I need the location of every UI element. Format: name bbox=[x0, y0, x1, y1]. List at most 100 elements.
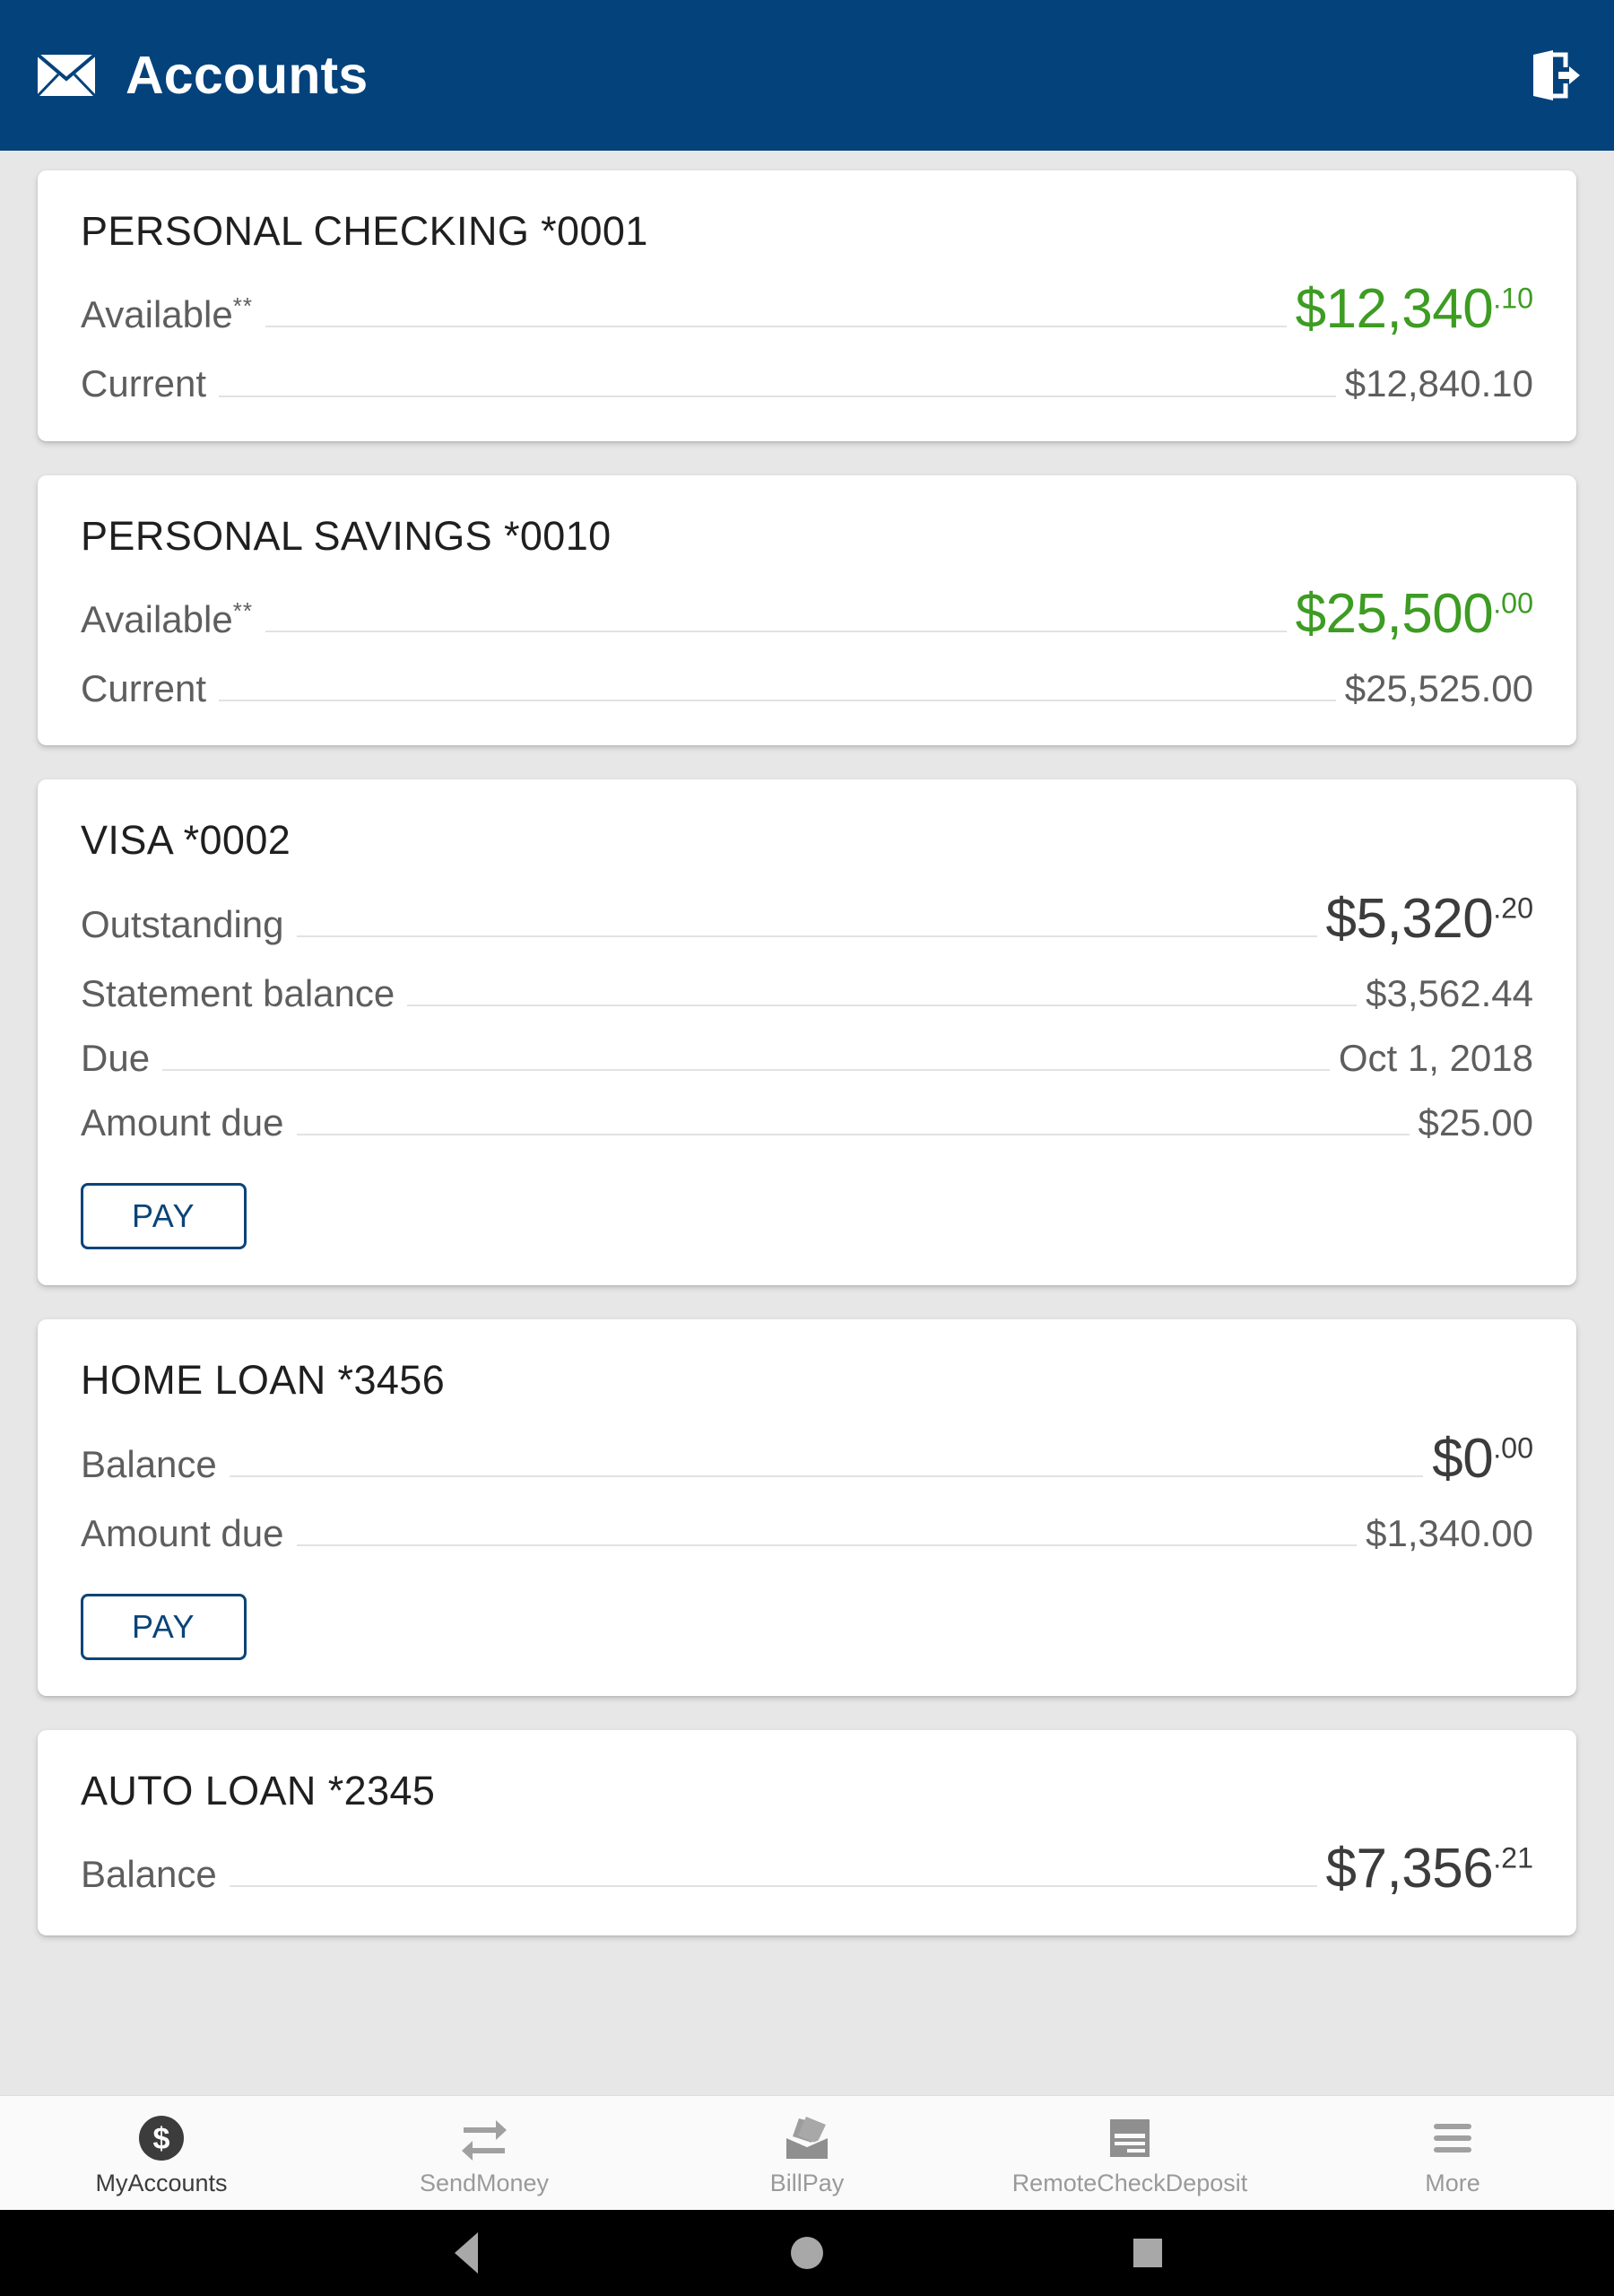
account-detail-value: $3,562.44 bbox=[1366, 971, 1533, 1014]
leader-line bbox=[296, 1134, 1410, 1136]
app-bar-left: Accounts bbox=[36, 48, 368, 102]
account-detail-value: $25,500.00 bbox=[1295, 582, 1533, 645]
pay-button[interactable]: PAY bbox=[81, 1593, 247, 1660]
account-detail-value: $25,525.00 bbox=[1344, 667, 1533, 710]
account-card-title: VISA *0002 bbox=[81, 817, 291, 864]
account-detail-label: Statement balance bbox=[81, 972, 395, 1014]
account-detail-label-text: Balance bbox=[81, 1853, 217, 1896]
account-detail-label: Balance bbox=[81, 1854, 217, 1895]
account-detail-row: Balance $7,356.21 bbox=[81, 1839, 1533, 1900]
logout-icon[interactable] bbox=[1526, 48, 1582, 103]
account-detail-row: Available** $25,500.00 bbox=[81, 582, 1533, 645]
account-card[interactable]: PERSONAL CHECKING *0001 Available** $12,34… bbox=[38, 170, 1576, 441]
account-detail-value: $0.00 bbox=[1432, 1427, 1533, 1490]
account-detail-label-text: Current bbox=[81, 362, 207, 405]
recents-square-icon[interactable] bbox=[1115, 2220, 1181, 2286]
account-detail-row: Outstanding $5,320.20 bbox=[81, 887, 1533, 950]
account-detail-row: Amount due $25.00 bbox=[81, 1101, 1533, 1144]
nav-item-label: SendMoney bbox=[419, 2170, 550, 2196]
account-card-title: PERSONAL CHECKING *0001 bbox=[81, 208, 648, 254]
leader-line bbox=[265, 631, 1287, 633]
account-detail-label: Available** bbox=[81, 294, 253, 335]
android-system-bar bbox=[0, 2210, 1614, 2296]
leader-line bbox=[229, 1474, 1424, 1477]
nav-item-label: RemoteCheckDeposit bbox=[1011, 2170, 1248, 2196]
account-detail-label-text: Available bbox=[81, 293, 233, 336]
amount-cents: .10 bbox=[1493, 282, 1533, 315]
nav-item-billpay[interactable]: BillPay bbox=[646, 2096, 968, 2210]
nav-item-more[interactable]: More bbox=[1291, 2096, 1614, 2210]
account-detail-label: Amount due bbox=[81, 1512, 284, 1554]
footnote-asterisks: ** bbox=[232, 596, 253, 624]
account-detail-value: Oct 1, 2018 bbox=[1338, 1036, 1533, 1079]
account-detail-value: $5,320.20 bbox=[1325, 887, 1533, 950]
nav-item-sendmoney[interactable]: SendMoney bbox=[323, 2096, 646, 2210]
amount-dollars: $12,340 bbox=[1295, 278, 1494, 341]
accounts-list[interactable]: PERSONAL CHECKING *0001 Available** $12,34… bbox=[0, 151, 1614, 2095]
hamburger-menu-icon bbox=[1426, 2114, 1480, 2162]
account-detail-label: Due bbox=[81, 1036, 151, 1079]
leader-line bbox=[162, 1069, 1330, 1072]
amount-dollars: $7,356 bbox=[1325, 1838, 1494, 1900]
dollar-circle-icon: $ bbox=[134, 2114, 188, 2162]
leader-line bbox=[296, 935, 1317, 937]
account-card[interactable]: PERSONAL SAVINGS *0010 Available** $25,500… bbox=[38, 474, 1576, 746]
app-screen: Accounts PERSONAL CHECKING *0001 Availabl… bbox=[0, 0, 1614, 2296]
nav-item-label: BillPay bbox=[769, 2170, 845, 2196]
account-detail-label-text: Current bbox=[81, 667, 207, 710]
account-detail-row: Balance $0.00 bbox=[81, 1427, 1533, 1490]
amount-cents: .00 bbox=[1493, 1431, 1533, 1464]
leader-line bbox=[265, 326, 1287, 328]
account-detail-value: $12,840.10 bbox=[1344, 362, 1533, 405]
app-bar: Accounts bbox=[0, 0, 1614, 151]
leader-line bbox=[229, 1885, 1317, 1888]
amount-dollars: $0 bbox=[1432, 1427, 1494, 1490]
account-card-title: HOME LOAN *3456 bbox=[81, 1357, 446, 1404]
account-detail-row: Current $25,525.00 bbox=[81, 667, 1533, 710]
leader-line bbox=[407, 1004, 1358, 1006]
account-detail-value: $1,340.00 bbox=[1366, 1511, 1533, 1554]
account-detail-row: Amount due $1,340.00 bbox=[81, 1511, 1533, 1554]
account-detail-label-text: Available bbox=[81, 597, 233, 640]
account-detail-label-text: Amount due bbox=[81, 1101, 284, 1144]
account-detail-label-text: Balance bbox=[81, 1442, 217, 1485]
account-card[interactable]: HOME LOAN *3456 Balance $0.00 Amount due $1,… bbox=[38, 1319, 1576, 1696]
account-detail-label-text: Outstanding bbox=[81, 902, 284, 945]
mail-icon[interactable] bbox=[36, 53, 97, 98]
account-detail-label: Available** bbox=[81, 596, 253, 640]
svg-text:$: $ bbox=[153, 2122, 170, 2156]
account-detail-label: Amount due bbox=[81, 1101, 284, 1144]
envelope-bills-icon bbox=[780, 2114, 834, 2162]
account-detail-row: Available** $12,340.10 bbox=[81, 279, 1533, 340]
account-card[interactable]: AUTO LOAN *2345 Balance $7,356.21 bbox=[38, 1729, 1576, 1936]
account-detail-label: Current bbox=[81, 363, 206, 404]
nav-item-remotecheckdeposit[interactable]: RemoteCheckDeposit bbox=[968, 2096, 1291, 2210]
amount-cents: .00 bbox=[1493, 587, 1533, 620]
nav-item-label: MyAccounts bbox=[95, 2170, 228, 2196]
amount-cents: .21 bbox=[1493, 1841, 1533, 1874]
account-card-title: AUTO LOAN *2345 bbox=[81, 1767, 436, 1813]
check-card-icon bbox=[1103, 2114, 1157, 2162]
amount-dollars: $25,500 bbox=[1295, 582, 1494, 645]
leader-line bbox=[219, 395, 1336, 397]
account-detail-value: $25.00 bbox=[1418, 1101, 1533, 1144]
account-detail-row: Current $12,840.10 bbox=[81, 363, 1533, 404]
pay-button[interactable]: PAY bbox=[81, 1183, 247, 1250]
account-detail-label-text: Due bbox=[81, 1036, 151, 1079]
back-triangle-icon[interactable] bbox=[433, 2220, 499, 2286]
amount-cents: .20 bbox=[1493, 891, 1533, 924]
transfer-arrows-icon bbox=[457, 2114, 511, 2162]
footnote-asterisks: ** bbox=[232, 292, 253, 320]
amount-dollars: $5,320 bbox=[1325, 887, 1494, 950]
account-detail-value: $12,340.10 bbox=[1296, 279, 1533, 340]
account-card[interactable]: VISA *0002 Outstanding $5,320.20 Statement … bbox=[38, 779, 1576, 1286]
account-detail-label: Outstanding bbox=[81, 902, 284, 945]
home-circle-icon[interactable] bbox=[774, 2220, 840, 2286]
account-detail-label: Current bbox=[81, 667, 207, 710]
account-detail-row: Due Oct 1, 2018 bbox=[81, 1036, 1533, 1079]
leader-line bbox=[219, 700, 1336, 702]
nav-item-label: More bbox=[1425, 2170, 1480, 2196]
account-card-title: PERSONAL SAVINGS *0010 bbox=[81, 512, 612, 559]
nav-item-myaccounts[interactable]: $ MyAccounts bbox=[0, 2096, 323, 2210]
leader-line bbox=[296, 1544, 1358, 1546]
